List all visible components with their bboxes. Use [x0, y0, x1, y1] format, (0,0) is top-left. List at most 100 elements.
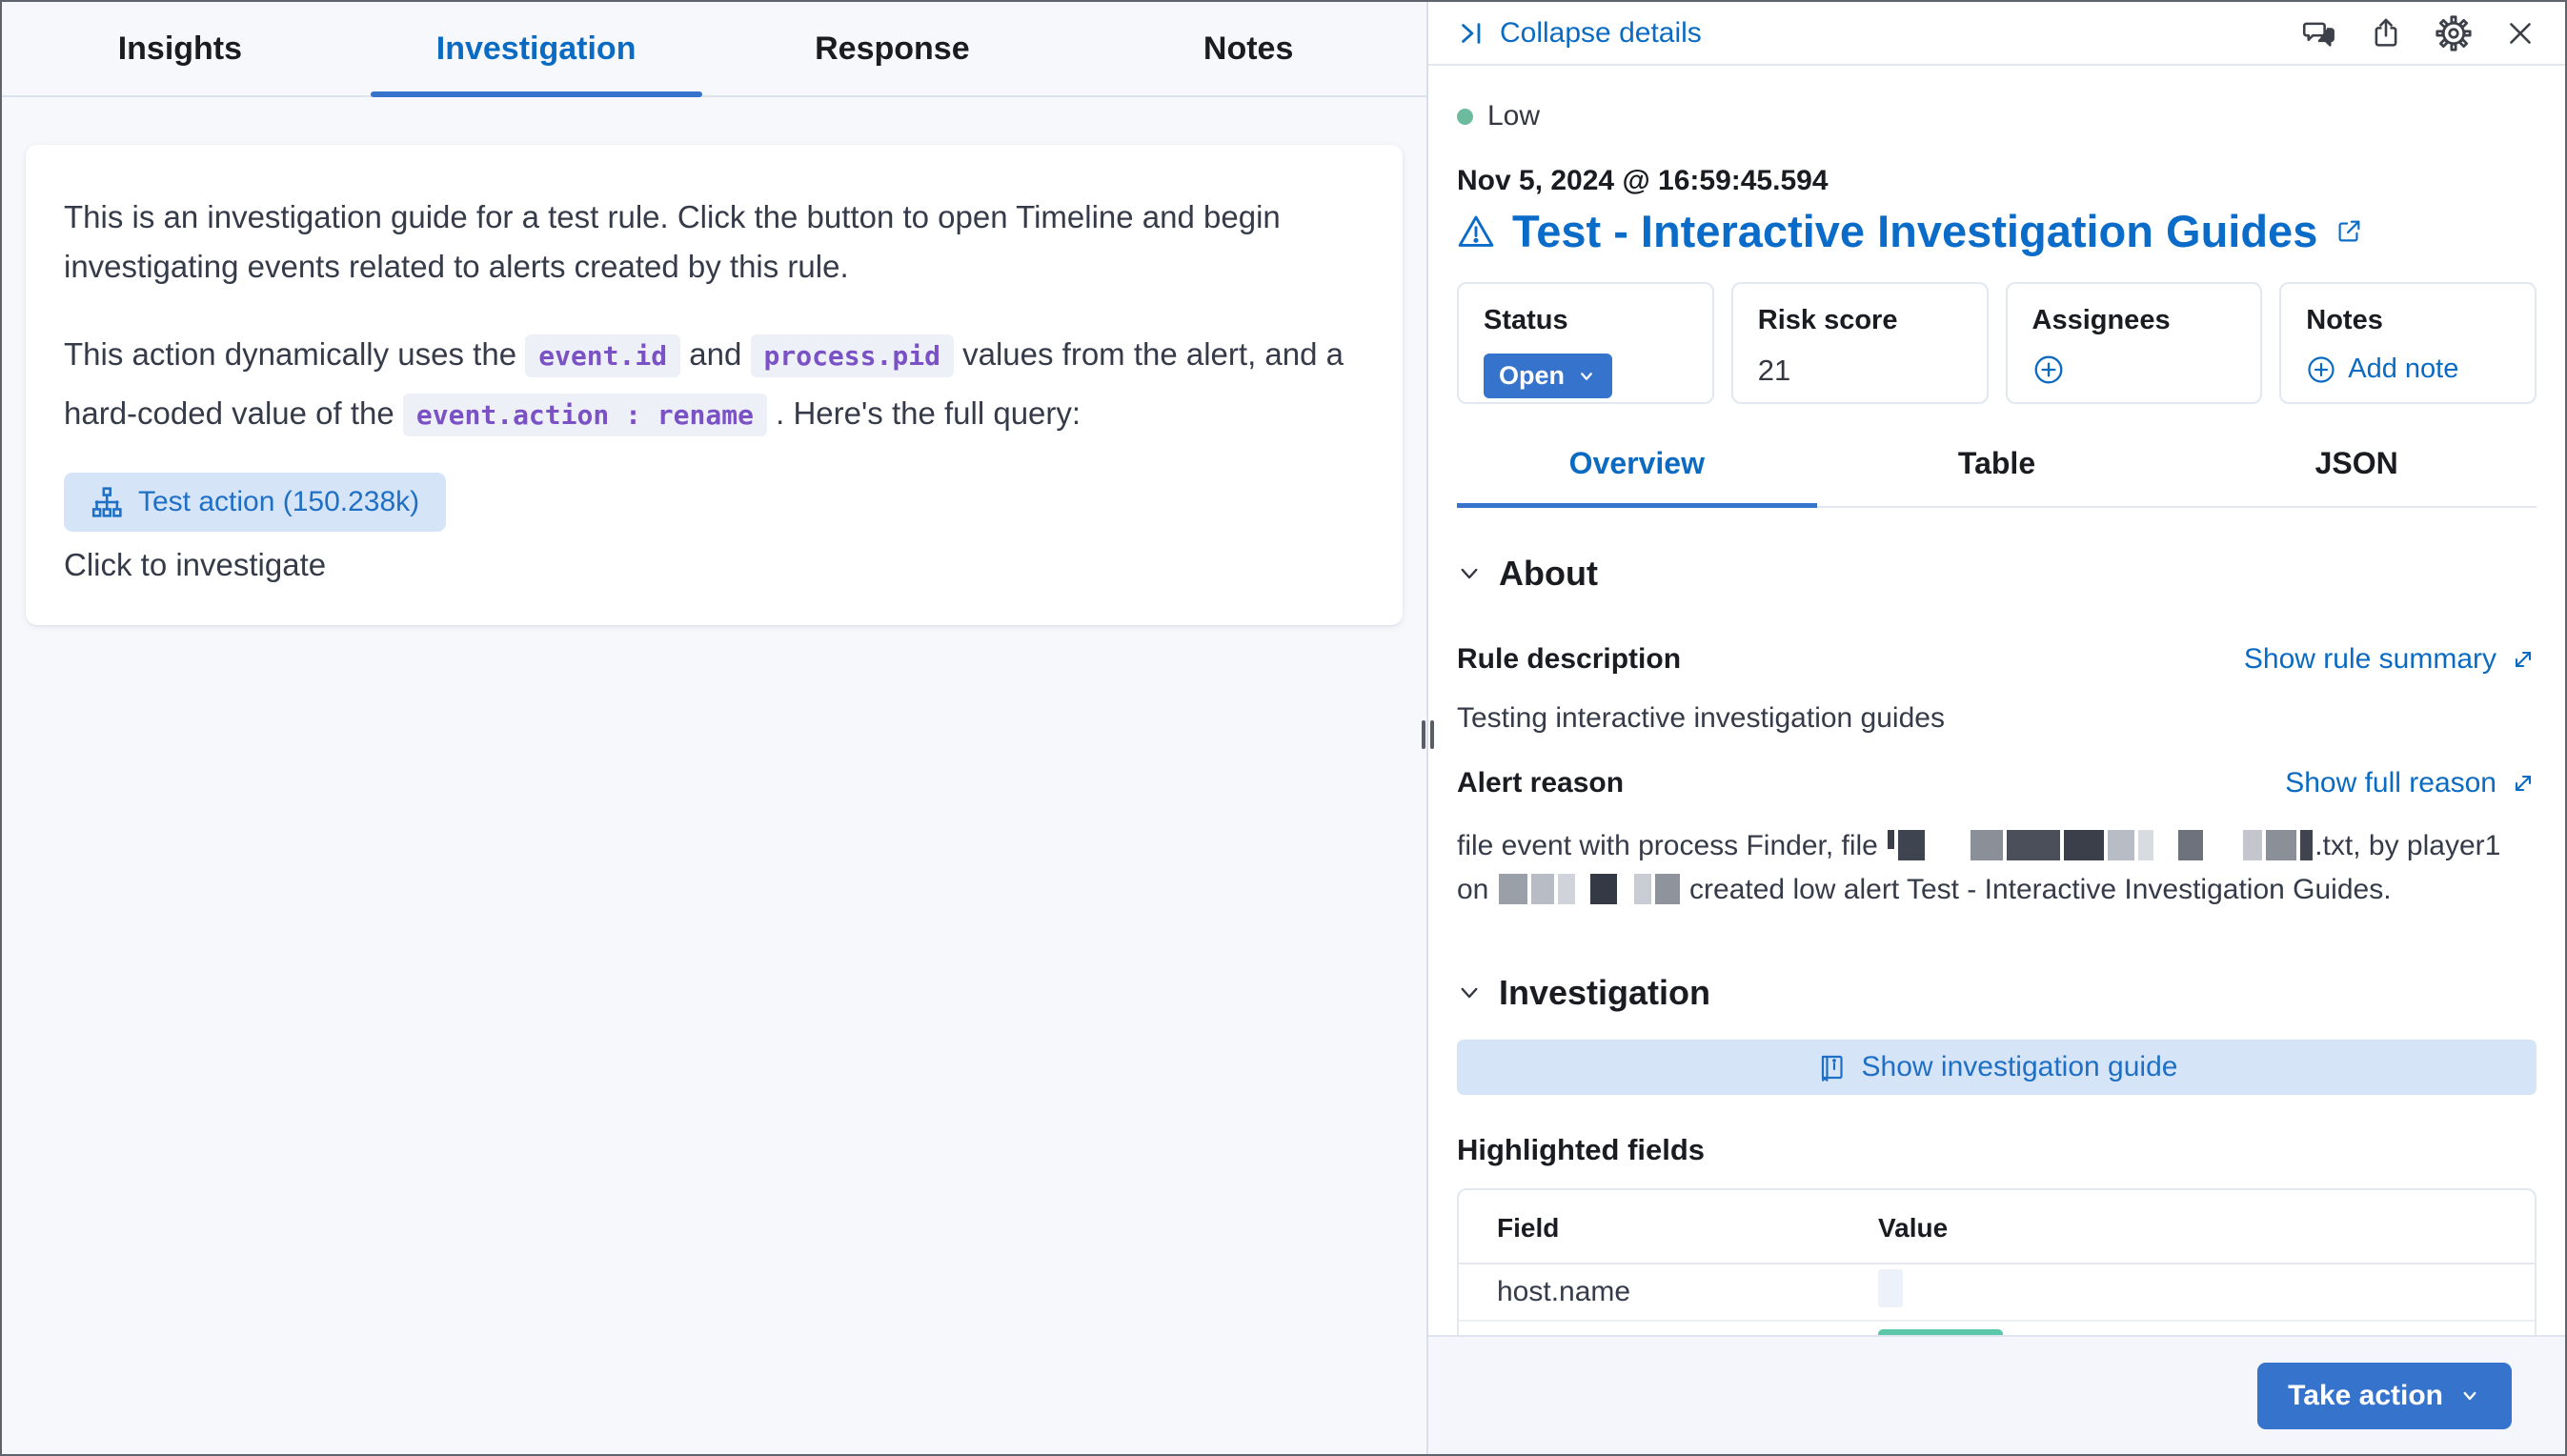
chevron-down-icon [1457, 561, 1482, 586]
redacted-text [1579, 874, 1587, 904]
status-label: Status [1484, 305, 1688, 336]
field-host-name: host.name [1497, 1276, 1878, 1308]
expand-diagonal-icon [2510, 646, 2537, 673]
redacted-text [2178, 830, 2203, 860]
take-action-label: Take action [2288, 1380, 2443, 1412]
tab-investigation[interactable]: Investigation [358, 2, 715, 95]
investigation-guide-card: This is an investigation guide for a tes… [26, 145, 1403, 625]
chevron-down-icon [1457, 981, 1482, 1005]
add-note-label: Add note [2348, 354, 2458, 385]
timeline-flowchart-icon [91, 486, 123, 518]
show-investigation-guide-button[interactable]: Show investigation guide [1457, 1040, 2537, 1095]
redacted-text [2300, 830, 2313, 860]
severity-label: Low [1487, 100, 1540, 132]
alert-reason-text: file event with process Finder, file .tx… [1457, 824, 2537, 912]
tab-insights[interactable]: Insights [2, 2, 358, 95]
close-icon[interactable] [2504, 17, 2537, 50]
redacted-text [1898, 830, 1925, 860]
share-icon[interactable] [2369, 16, 2403, 51]
warning-triangle-icon [1457, 212, 1495, 251]
risk-score-card: Risk score 21 [1731, 282, 1989, 404]
reason-text-run: created low alert Test - Interactive Inv… [1682, 874, 2392, 905]
show-full-reason-link[interactable]: Show full reason [2285, 767, 2537, 799]
redacted-text [1888, 830, 1894, 849]
status-open-badge[interactable]: Open [1484, 354, 1612, 398]
alert-reason-label: Alert reason [1457, 767, 1624, 799]
tab-notes[interactable]: Notes [1070, 2, 1426, 95]
plus-circle-icon [2306, 354, 2336, 385]
column-header-value: Value [1878, 1213, 2496, 1244]
details-footer-bar: Take action [1428, 1335, 2565, 1454]
test-action-button[interactable]: Test action (150.238k) [64, 473, 446, 532]
show-full-reason-label: Show full reason [2285, 767, 2496, 799]
table-row[interactable]: host.name [1459, 1264, 2535, 1322]
guide-text-run: This action dynamically uses the [64, 336, 525, 372]
alert-timestamp: Nov 5, 2024 @ 16:59:45.594 [1457, 165, 2537, 197]
code-event-id: event.id [525, 334, 680, 377]
comments-icon[interactable] [2302, 16, 2336, 51]
collapse-details-button[interactable]: Collapse details [1457, 17, 1702, 50]
redacted-text [2108, 830, 2134, 860]
show-rule-summary-link[interactable]: Show rule summary [2244, 643, 2537, 676]
add-note-button[interactable]: Add note [2306, 354, 2458, 385]
expand-diagonal-icon [2510, 770, 2537, 797]
details-tab-bar: Overview Table JSON [1457, 446, 2537, 508]
notes-label: Notes [2306, 305, 2510, 336]
collapse-arrow-icon [1457, 19, 1486, 48]
redacted-text [2266, 830, 2296, 860]
left-tab-bar: Insights Investigation Response Notes [2, 2, 1426, 97]
code-event-action-rename: event.action : rename [403, 394, 767, 436]
add-assignee-icon[interactable] [2032, 354, 2065, 386]
redacted-text [1531, 874, 1554, 904]
assignees-label: Assignees [2032, 305, 2236, 336]
tab-table[interactable]: Table [1817, 446, 2177, 506]
tab-overview[interactable]: Overview [1457, 446, 1817, 506]
details-toolbar [2302, 15, 2537, 51]
column-header-field: Field [1497, 1213, 1878, 1244]
status-card: Status Open [1457, 282, 1714, 404]
table-header-row: Field Value [1459, 1213, 2535, 1264]
severity-row: Low [1457, 100, 2537, 132]
redacted-text [1558, 874, 1575, 904]
chevron-down-icon [1576, 366, 1597, 387]
tab-json[interactable]: JSON [2176, 446, 2537, 506]
gear-icon[interactable] [2436, 15, 2472, 51]
redacted-text [1929, 830, 1967, 860]
tab-response[interactable]: Response [715, 2, 1071, 95]
notes-card: Notes Add note [2279, 282, 2537, 404]
details-scroll-area: Low Nov 5, 2024 @ 16:59:45.594 Test - In… [1428, 66, 2565, 1337]
highlighted-fields-heading: Highlighted fields [1457, 1133, 2537, 1167]
alert-title-row: Test - Interactive Investigation Guides [1457, 205, 2537, 257]
risk-score-label: Risk score [1758, 305, 1962, 336]
about-heading: About [1499, 554, 1598, 594]
take-action-button[interactable]: Take action [2257, 1363, 2512, 1429]
click-to-investigate-caption: Click to investigate [64, 547, 1364, 583]
show-rule-summary-label: Show rule summary [2244, 643, 2496, 676]
assignees-card: Assignees [2006, 282, 2263, 404]
risk-score-value: 21 [1758, 354, 1790, 388]
test-action-label: Test action (150.238k) [138, 486, 419, 518]
redacted-text [2007, 830, 2060, 860]
redacted-text [2138, 830, 2153, 860]
redacted-text [1655, 874, 1680, 904]
details-header-bar: Collapse details [1428, 2, 2565, 66]
redacted-text [1971, 830, 2003, 860]
redacted-text [2064, 830, 2104, 860]
guide-paragraph-1: This is an investigation guide for a tes… [64, 192, 1364, 292]
redacted-text [2207, 830, 2239, 860]
alert-title-link[interactable]: Test - Interactive Investigation Guides [1512, 205, 2317, 257]
guide-paragraph-2: This action dynamically uses the event.i… [64, 326, 1364, 444]
guide-text-run: and [680, 336, 750, 372]
about-section-toggle[interactable]: About [1457, 554, 2537, 594]
redacted-host-name-value [1878, 1269, 1903, 1307]
redacted-text [1590, 874, 1617, 904]
chevron-down-icon [2458, 1385, 2481, 1407]
open-alert-popout-icon[interactable] [2335, 217, 2363, 246]
alert-flyout-screen: Insights Investigation Response Notes Th… [0, 0, 2567, 1456]
guide-text-run: . Here's the full query: [767, 395, 1081, 431]
panel-resize-handle[interactable] [1418, 718, 1437, 751]
investigation-section-toggle[interactable]: Investigation [1457, 973, 2537, 1013]
code-process-pid: process.pid [751, 334, 954, 377]
redacted-text [1621, 874, 1630, 904]
alert-details-panel: Collapse details [1428, 2, 2565, 1454]
